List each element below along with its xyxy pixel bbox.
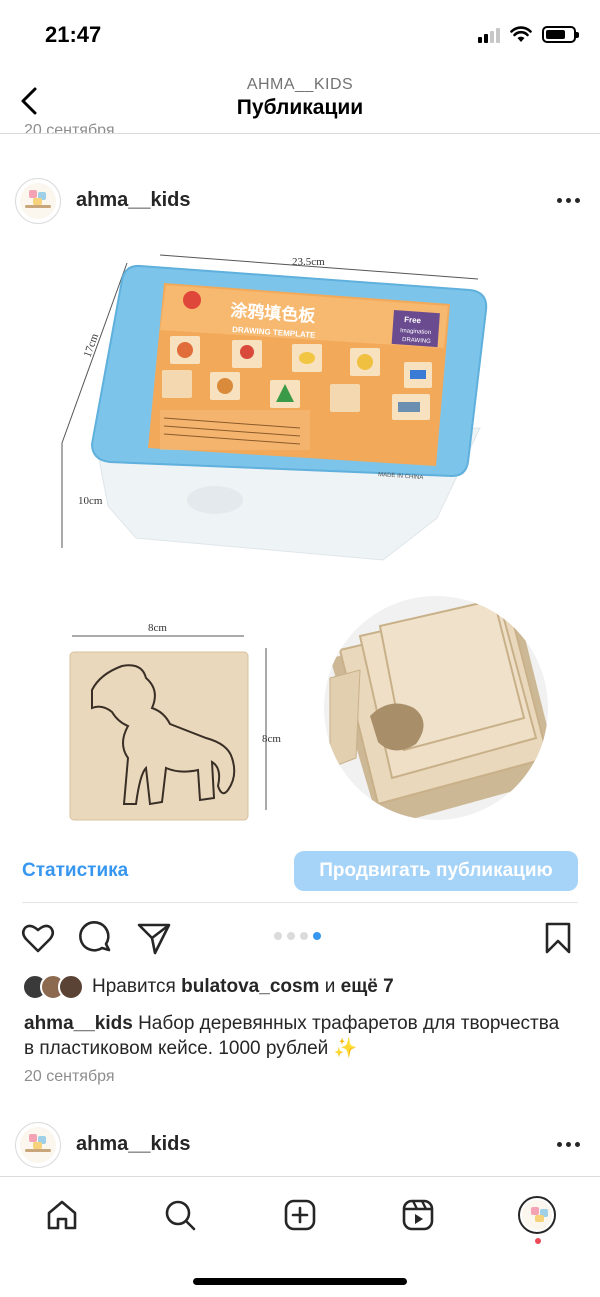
promo-bar: Статистика Продвигать публикацию [0,850,600,900]
likes-prefix: Нравится [92,976,176,997]
box-shadow-shape [187,486,243,514]
more-options-icon[interactable] [557,198,580,203]
next-post-username[interactable]: ahma__kids [76,1133,191,1156]
box-depth-label: 17cm [82,332,102,359]
status-icons [478,26,579,43]
brand-logo-icon [20,1127,56,1163]
bookmark-icon[interactable] [540,920,576,956]
comment-icon[interactable] [78,920,114,956]
reels-icon [402,1199,434,1231]
more-options-icon[interactable] [557,1142,580,1147]
wifi-icon [510,26,532,42]
likes-summary: Нравится bulatova_cosm и ещё 7 [92,976,394,998]
carousel-indicator [274,932,321,940]
carousel-dot [300,932,308,940]
tab-reels[interactable] [398,1195,438,1235]
lid-warning-text [160,410,310,450]
liker-avatars [22,972,88,1002]
post-username[interactable]: ahma__kids [76,189,191,212]
carousel-dot [287,932,295,940]
previous-post-date: 20 сентября [24,122,115,134]
profile-avatar-icon [518,1196,556,1234]
post-header: ahma__kids [0,168,600,234]
tab-home[interactable] [42,1195,82,1235]
tab-search[interactable] [160,1195,200,1235]
carousel-dot-active [313,932,321,940]
carousel-dot [274,932,282,940]
page-title: Публикации [236,96,364,119]
bird-logo-icon [183,291,201,309]
liker-avatar [58,974,84,1000]
battery-icon [542,26,579,43]
status-bar: 21:47 [0,0,600,70]
account-name: AHMA__KIDS [246,76,354,93]
post-date: 20 сентября [24,1068,115,1085]
post-action-bar [0,914,600,962]
box-height-label: 10cm [78,495,103,507]
brand-logo-icon [522,1200,552,1230]
notification-dot [535,1238,541,1244]
likes-others-count[interactable]: ещё 7 [341,976,394,997]
tab-profile[interactable] [517,1195,557,1235]
status-time: 21:47 [45,22,102,47]
home-indicator [193,1278,407,1285]
tab-create[interactable] [280,1195,320,1235]
cellular-signal-icon [478,27,500,43]
product-photo: 23.5cm 17cm 10cm 涂鸦填色板 DRAWING TEMPLATE … [61,254,548,821]
caption-username[interactable]: ahma__kids [24,1013,133,1034]
create-post-icon [284,1199,316,1231]
stencil-width-label: 8cm [148,622,167,634]
box-width-label: 23.5cm [292,256,325,268]
stencil-height-label: 8cm [262,733,281,745]
likes-connector: и [324,976,336,997]
wooden-stencil [69,651,249,821]
liker-username[interactable]: bulatova_cosm [181,976,319,997]
avatar[interactable] [15,1122,61,1168]
brand-logo-icon [20,183,56,219]
likes-row[interactable]: Нравится bulatova_cosm и ещё 7 [22,970,394,1004]
like-heart-icon[interactable] [20,920,56,956]
avatar[interactable] [15,178,61,224]
post-image[interactable]: 23.5cm 17cm 10cm 涂鸦填色板 DRAWING TEMPLATE … [0,238,600,838]
lid-badge-text-1: Free [404,315,422,325]
share-paper-plane-icon[interactable] [136,920,172,956]
promote-post-button[interactable]: Продвигать публикацию [294,851,578,891]
home-icon [47,1200,77,1230]
nav-header: AHMA__KIDS Публикации 20 сентября [0,70,600,134]
divider [22,902,578,903]
next-post-header: ahma__kids [0,1118,600,1174]
search-icon [165,1200,196,1231]
statistics-link[interactable]: Статистика [22,860,128,882]
post-caption: ahma__kids Набор деревянных трафаретов д… [24,1011,574,1061]
